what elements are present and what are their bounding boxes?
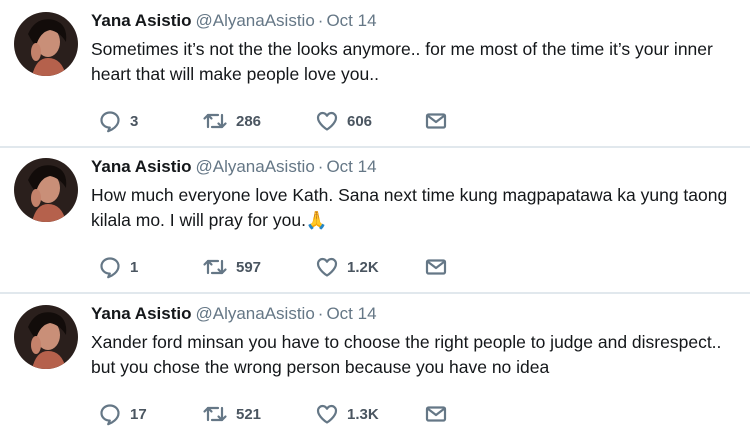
separator-dot: · (317, 157, 324, 176)
like-button[interactable]: 606 (315, 108, 372, 134)
separator-dot: · (317, 11, 324, 30)
display-name[interactable]: Yana Asistio (91, 11, 191, 30)
retweet-icon (202, 402, 228, 426)
reply-button[interactable]: 1 (98, 254, 138, 280)
direct-message-button[interactable] (424, 254, 448, 280)
reply-button[interactable]: 3 (98, 108, 138, 134)
avatar[interactable] (14, 12, 78, 76)
heart-icon (315, 255, 339, 279)
tweet-header: Yana Asistio @AlyanaAsistio · Oct 14 (91, 157, 377, 177)
heart-icon (315, 402, 339, 426)
retweet-icon (202, 255, 228, 279)
tweet-date[interactable]: Oct 14 (326, 304, 376, 323)
retweet-count: 521 (236, 405, 262, 423)
retweet-button[interactable]: 521 (202, 401, 261, 427)
tweet-date[interactable]: Oct 14 (326, 157, 376, 176)
retweet-count: 597 (236, 258, 262, 276)
retweet-count: 286 (236, 112, 262, 130)
tweet-actions: 17 521 1.3K (98, 401, 458, 427)
envelope-icon (424, 109, 448, 133)
like-count: 1.3K (347, 405, 379, 423)
retweet-button[interactable]: 597 (202, 254, 261, 280)
like-count: 606 (347, 112, 373, 130)
reply-icon (98, 255, 122, 279)
tweet-text: How much everyone love Kath. Sana next t… (91, 185, 728, 230)
reply-icon (98, 109, 122, 133)
retweet-button[interactable]: 286 (202, 108, 261, 134)
tweet-text: Sometimes it’s not the the looks anymore… (91, 39, 713, 84)
reply-button[interactable]: 17 (98, 401, 147, 427)
reply-icon (98, 402, 122, 426)
like-button[interactable]: 1.2K (315, 254, 379, 280)
display-name[interactable]: Yana Asistio (91, 304, 191, 323)
direct-message-button[interactable] (424, 108, 448, 134)
like-button[interactable]: 1.3K (315, 401, 379, 427)
envelope-icon (424, 402, 448, 426)
envelope-icon (424, 255, 448, 279)
tweet[interactable]: Yana Asistio @AlyanaAsistio · Oct 14 Someti… (0, 0, 750, 146)
tweet[interactable]: Yana Asistio @AlyanaAsistio · Oct 14 How mu… (0, 146, 750, 293)
user-handle[interactable]: @AlyanaAsistio (195, 157, 314, 176)
tweet-feed: Yana Asistio @AlyanaAsistio · Oct 14 Someti… (0, 0, 750, 440)
retweet-icon (202, 109, 228, 133)
tweet-header: Yana Asistio @AlyanaAsistio · Oct 14 (91, 304, 377, 324)
tweet-text: Xander ford minsan you have to choose th… (91, 332, 722, 377)
display-name[interactable]: Yana Asistio (91, 157, 191, 176)
user-handle[interactable]: @AlyanaAsistio (195, 304, 314, 323)
tweet-header: Yana Asistio @AlyanaAsistio · Oct 14 (91, 11, 377, 31)
avatar[interactable] (14, 158, 78, 222)
heart-icon (315, 109, 339, 133)
reply-count: 1 (130, 258, 139, 276)
avatar[interactable] (14, 305, 78, 369)
user-handle[interactable]: @AlyanaAsistio (195, 11, 314, 30)
tweet-actions: 3 286 606 (98, 108, 458, 134)
tweet-actions: 1 597 1.2K (98, 254, 458, 280)
like-count: 1.2K (347, 258, 379, 276)
reply-count: 3 (130, 112, 139, 130)
reply-count: 17 (130, 405, 147, 423)
tweet-date[interactable]: Oct 14 (326, 11, 376, 30)
separator-dot: · (317, 304, 324, 323)
direct-message-button[interactable] (424, 401, 448, 427)
tweet[interactable]: Yana Asistio @AlyanaAsistio · Oct 14 Xander… (0, 293, 750, 440)
